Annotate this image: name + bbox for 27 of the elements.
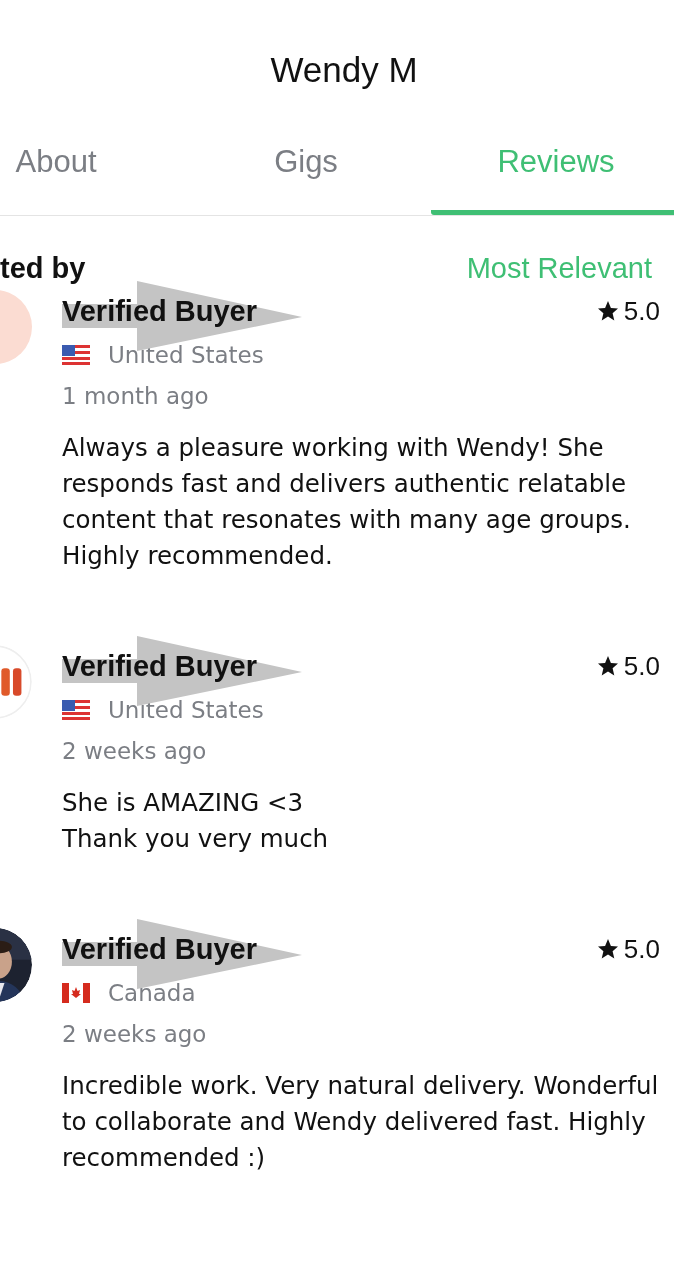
- sort-label: ted by: [0, 252, 86, 286]
- review-time: 1 month ago: [62, 382, 210, 411]
- reviewer-name: Verified Buyer: [62, 932, 258, 965]
- review-text: Always a pleasure working with Wendy! She responds fast and delivers authentic relatable content that resonates with many age groups. Highly recommended.: [62, 432, 632, 572]
- flag-icon: [62, 700, 90, 720]
- tab[interactable]: Gigs: [181, 94, 431, 215]
- tab[interactable]: About: [0, 94, 181, 215]
- reviewer-name: Verified Buyer: [62, 649, 258, 682]
- rating-score: 5.0: [623, 295, 660, 327]
- flag-icon: [62, 345, 90, 365]
- review-text: She is AMAZING <3 Thank you very much: [62, 787, 330, 855]
- star-icon: [595, 299, 620, 323]
- rating-score: 5.0: [623, 933, 660, 965]
- tab[interactable]: Reviews: [431, 94, 674, 215]
- sort-dropdown[interactable]: Most Relevant: [466, 252, 652, 286]
- country-name: United States: [108, 697, 264, 723]
- country-name: United States: [108, 342, 264, 368]
- star-icon: [595, 654, 620, 678]
- country-name: Canada: [108, 980, 196, 1006]
- profile-name: Wendy M: [269, 49, 419, 91]
- reviewer-name: Verified Buyer: [62, 294, 258, 327]
- review-text: Incredible work. Very natural delivery. Wonderful to collaborate and Wendy delivered fast. Highly recommended :): [62, 1070, 660, 1174]
- review-time: 2 weeks ago: [62, 737, 208, 766]
- rating-score: 5.0: [623, 650, 660, 682]
- review-time: 2 weeks ago: [62, 1020, 208, 1049]
- flag-icon: [62, 983, 90, 1003]
- star-icon: [595, 937, 620, 961]
